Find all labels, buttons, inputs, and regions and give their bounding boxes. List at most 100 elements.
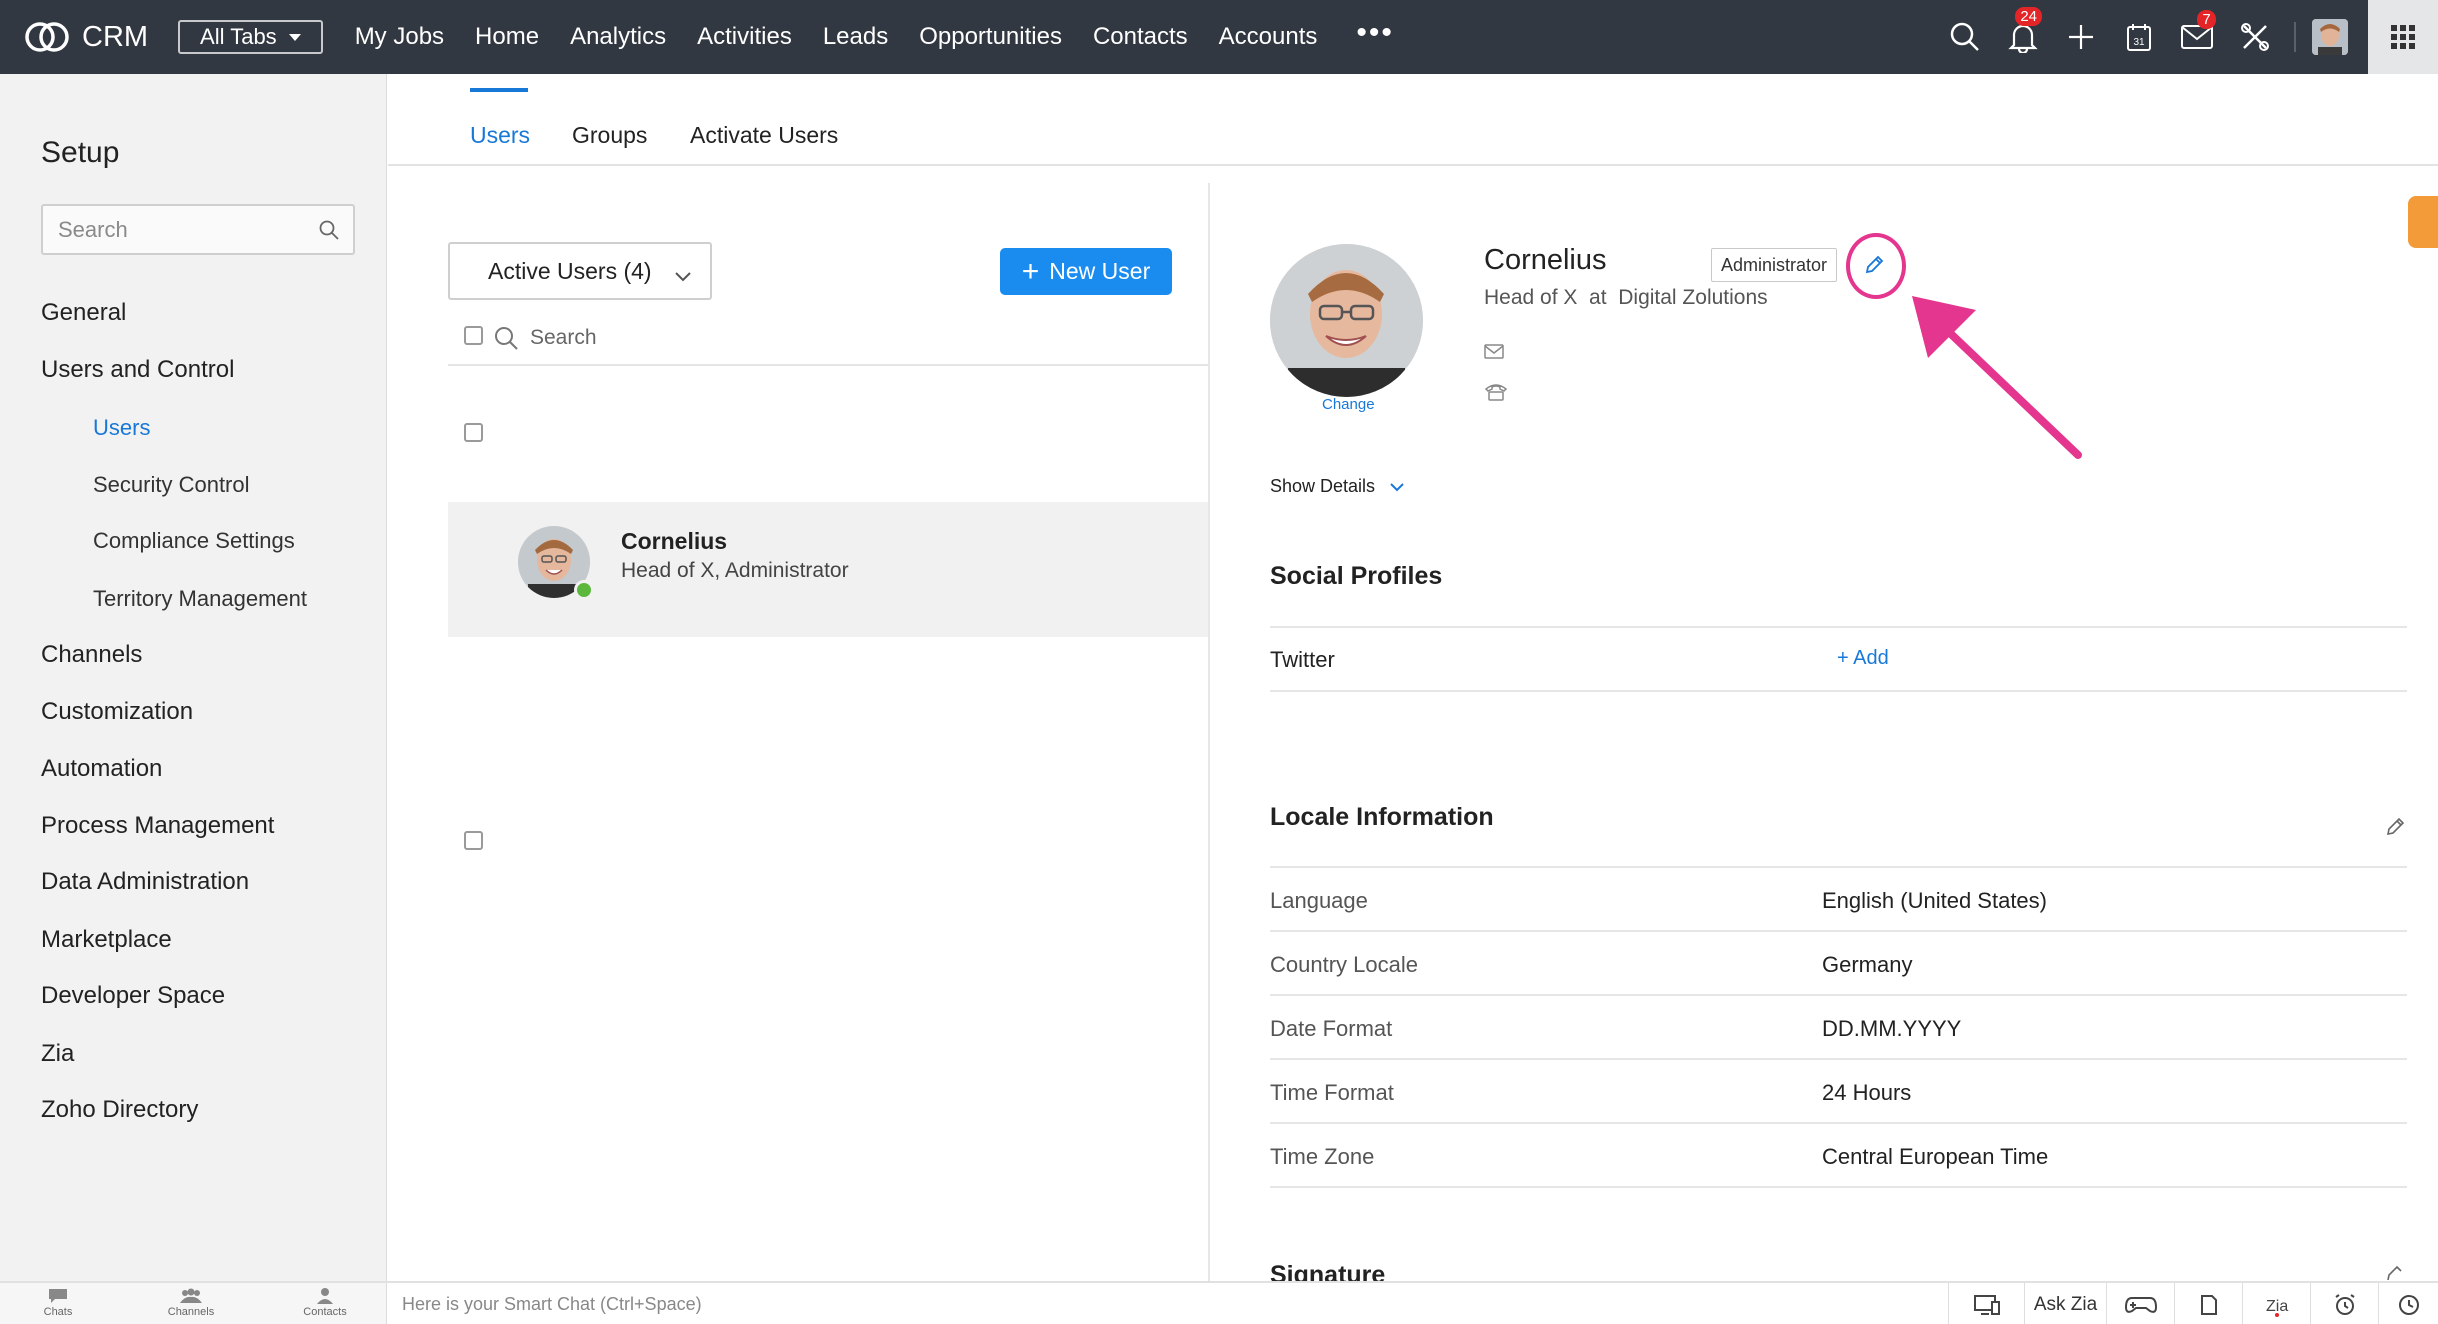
user-filter-dropdown[interactable]: Active Users (4) [448,242,712,300]
crm-logo-icon [25,22,69,52]
svg-text:Zia: Zia [2266,1298,2288,1315]
table-row[interactable]: Cornelius Head of X, Administrator [448,502,1208,637]
plus-icon[interactable] [2052,23,2110,51]
sidebar-item-data-administration[interactable]: Data Administration [41,868,249,896]
divider [1270,1122,2407,1124]
sidebar-search-box[interactable] [41,204,355,255]
role-badge: Administrator [1711,248,1838,282]
tab-groups[interactable]: Groups [572,122,647,149]
caret-down-icon [288,33,301,41]
sidebar-item-zoho-directory[interactable]: Zoho Directory [41,1096,198,1124]
divider [448,364,1208,366]
sidebar-item-automation[interactable]: Automation [41,755,162,783]
alarm-clock-icon[interactable] [2310,1283,2378,1324]
nav-analytics[interactable]: Analytics [570,23,666,51]
sidebar-item-zia[interactable]: Zia [41,1040,74,1068]
svg-text:31: 31 [2133,37,2145,48]
channels-group-icon [180,1288,202,1303]
twitter-label: Twitter [1270,647,1335,672]
show-details-toggle[interactable]: Show Details [1270,476,1405,497]
chats-shortcut[interactable]: Chats [18,1287,98,1318]
user-list-search[interactable]: Search [494,326,597,350]
tab-users[interactable]: Users [470,122,530,149]
search-icon [495,327,518,350]
sidebar-item-users-and-control[interactable]: Users and Control [41,356,234,384]
pane-divider [1208,183,1210,1281]
sidebar-item-channels[interactable]: Channels [41,641,142,669]
annotation-highlight-circle [1846,233,1906,299]
select-all-checkbox[interactable] [464,326,483,345]
chat-bubble-icon [49,1289,67,1303]
edit-locale-pencil-icon[interactable] [2384,816,2406,843]
nav-my-jobs[interactable]: My Jobs [355,23,444,51]
feedback-side-tab[interactable] [2408,196,2438,248]
channels-shortcut[interactable]: Channels [151,1287,231,1318]
more-modules-button[interactable]: ••• [1356,18,1394,51]
date-format-label: Date Format [1270,1016,1393,1041]
change-photo-link[interactable]: Change [1322,396,1375,413]
time-format-value: 24 Hours [1822,1080,1912,1105]
search-icon[interactable] [1936,22,1994,52]
notifications-bell-icon[interactable]: 24 [1994,7,2052,53]
new-user-button[interactable]: + New User [1000,248,1172,295]
plus-icon: + [1021,254,1040,288]
history-icon[interactable] [2378,1283,2438,1324]
crm-logo[interactable]: CRM [24,20,148,54]
contacts-shortcut[interactable]: Contacts [285,1287,365,1318]
sidebar-item-customization[interactable]: Customization [41,698,193,726]
screen-share-icon[interactable] [1948,1283,2024,1324]
country-locale-label: Country Locale [1270,952,1418,977]
setup-sidebar: Setup General Users and Control Users Se… [0,74,387,1281]
row-checkbox[interactable] [464,831,483,850]
smart-chat-input[interactable]: Here is your Smart Chat (Ctrl+Space) [402,1294,702,1315]
divider [1270,1186,2407,1188]
sidebar-subitem-compliance-settings[interactable]: Compliance Settings [93,528,295,554]
add-twitter-link[interactable]: + Add [1837,647,1889,670]
chevron-down-icon [674,262,692,289]
users-tabs: Users Groups Activate Users [388,74,2438,166]
mail-icon[interactable]: 7 [2168,10,2226,50]
search-icon[interactable] [319,220,339,246]
bottom-left-shortcuts: Chats Channels Contacts [0,1283,387,1324]
chevron-down-icon [1390,482,1404,491]
language-label: Language [1270,888,1368,913]
country-locale-value: Germany [1822,952,1913,977]
nav-opportunities[interactable]: Opportunities [919,23,1062,51]
logo-text: CRM [82,20,149,53]
setup-tools-icon[interactable] [2226,22,2284,52]
sidebar-subitem-security-control[interactable]: Security Control [93,472,250,498]
user-row-name: Cornelius [621,528,728,554]
sidebar-item-marketplace[interactable]: Marketplace [41,926,172,954]
sidebar-item-process-management[interactable]: Process Management [41,812,274,840]
user-list-search-placeholder: Search [530,326,597,349]
notes-icon[interactable] [2174,1283,2242,1324]
module-nav: My Jobs Home Analytics Activities Leads … [355,18,1394,51]
sidebar-subitem-territory-management[interactable]: Territory Management [93,586,307,612]
zia-icon[interactable]: Zia [2242,1283,2310,1324]
all-tabs-dropdown[interactable]: All Tabs [178,20,323,54]
nav-contacts[interactable]: Contacts [1093,23,1188,51]
phone-icon[interactable] [1484,382,1508,407]
app-launcher-grid-icon[interactable] [2368,0,2438,74]
nav-home[interactable]: Home [475,23,539,51]
nav-accounts[interactable]: Accounts [1219,23,1318,51]
game-controller-icon[interactable] [2106,1283,2174,1324]
calendar-icon[interactable]: 31 [2110,22,2168,52]
top-navigation-bar: CRM All Tabs My Jobs Home Analytics Acti… [0,0,2438,74]
channels-label: Channels [167,1306,215,1318]
tab-activate-users[interactable]: Activate Users [690,122,838,149]
divider [1270,930,2407,932]
nav-leads[interactable]: Leads [823,23,888,51]
sidebar-subitem-users[interactable]: Users [93,415,150,441]
sidebar-search-input[interactable] [58,216,308,243]
annotation-arrow-icon [1912,296,2082,459]
row-checkbox[interactable] [464,423,483,442]
profile-photo[interactable] [1270,244,1423,397]
nav-activities[interactable]: Activities [697,23,792,51]
divider [1270,626,2407,628]
sidebar-item-general[interactable]: General [41,299,126,327]
sidebar-item-developer-space[interactable]: Developer Space [41,982,225,1010]
ask-zia-button[interactable]: Ask Zia [2024,1283,2106,1324]
user-avatar[interactable] [2312,19,2348,55]
email-icon[interactable] [1484,344,1504,364]
